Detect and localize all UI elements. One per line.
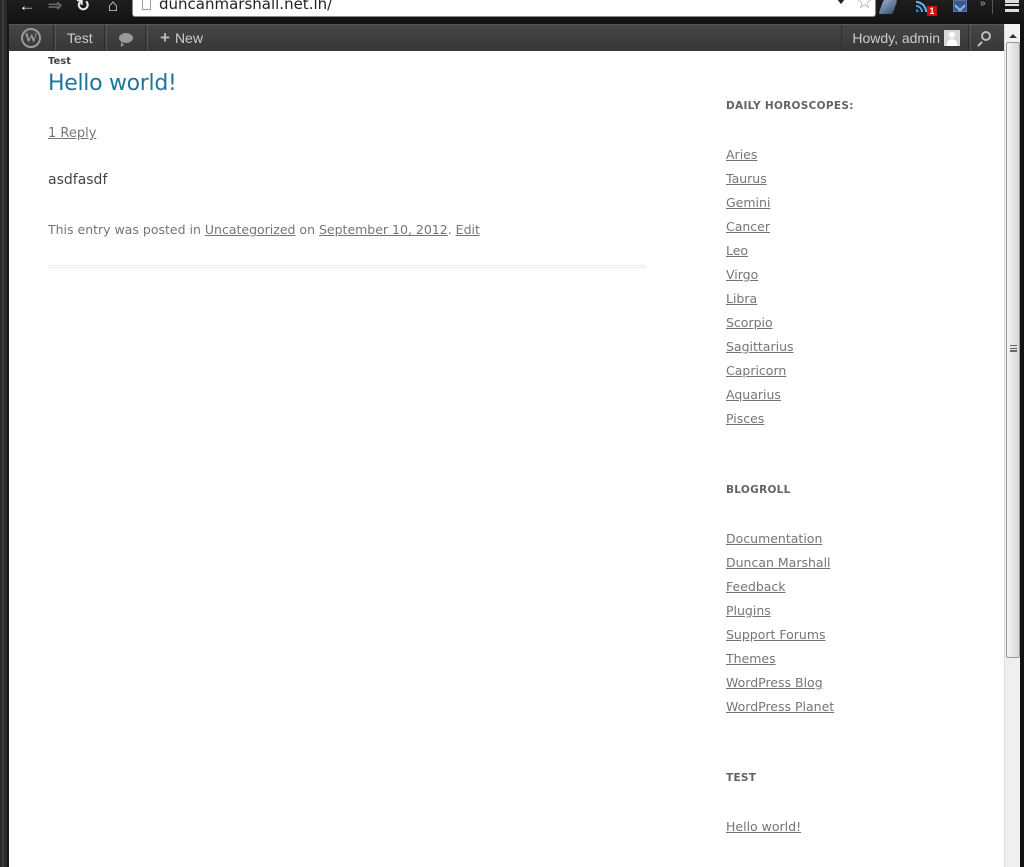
blogroll-link[interactable]: Duncan Marshall [726, 555, 831, 570]
admin-bar-search[interactable] [970, 25, 1004, 51]
new-label: New [174, 30, 203, 46]
howdy-label: Howdy, admin [852, 30, 940, 46]
horoscope-link[interactable]: Aries [726, 147, 757, 162]
blogroll-link[interactable]: WordPress Blog [726, 675, 823, 690]
forward-button[interactable]: ⇒ [44, 0, 66, 16]
avatar [944, 30, 960, 46]
horoscope-link[interactable]: Sagittarius [726, 339, 794, 354]
horoscope-link[interactable]: Leo [726, 243, 748, 258]
url-text[interactable]: duncanmarshall.net.lh/ [159, 0, 332, 12]
horoscope-link[interactable]: Libra [726, 291, 757, 306]
list-item: Scorpio [726, 311, 794, 335]
category-link[interactable]: Uncategorized [205, 222, 296, 237]
list-item: Plugins [726, 599, 834, 623]
window-frame [0, 0, 8, 867]
url-dropdown-icon[interactable] [837, 0, 845, 4]
test-list: Hello world! [726, 815, 801, 839]
list-item: Gemini [726, 191, 794, 215]
meta-on: on [295, 222, 319, 237]
blogroll-link[interactable]: Themes [726, 651, 776, 666]
horoscope-link[interactable]: Capricorn [726, 363, 786, 378]
list-item: Feedback [726, 575, 834, 599]
rss-badge: 1 [927, 6, 937, 16]
list-item: Virgo [726, 263, 794, 287]
horoscope-link[interactable]: Cancer [726, 219, 770, 234]
extension-rss-icon[interactable]: 1 [914, 0, 937, 16]
address-bar[interactable]: duncanmarshall.net.lh/ ☆ [132, 0, 876, 17]
plus-icon: + [160, 28, 170, 47]
browser-menu-icon[interactable] [1005, 0, 1019, 12]
list-item: Duncan Marshall [726, 551, 834, 575]
page-content: Test Hello world! 1 Reply asdfasdf This … [9, 51, 1004, 867]
list-item: Hello world! [726, 815, 801, 839]
list-item: Capricorn [726, 359, 794, 383]
horoscope-link[interactable]: Gemini [726, 195, 770, 210]
browser-toolbar: ← ⇒ ↻ ⌂ duncanmarshall.net.lh/ ☆ 1 » [8, 0, 1024, 24]
window-frame-right [1020, 24, 1024, 867]
site-name-link[interactable]: Test [55, 25, 105, 51]
list-item: Themes [726, 647, 834, 671]
post-title-link[interactable]: Hello world! [48, 71, 177, 96]
widget-title-blogroll: BLOGROLL [726, 484, 791, 496]
reload-button[interactable]: ↻ [72, 0, 94, 16]
widget-title-horoscopes: DAILY HOROSCOPES: [726, 100, 854, 112]
list-item: Support Forums [726, 623, 834, 647]
bookmark-star-icon[interactable]: ☆ [856, 0, 873, 12]
blogroll-list: Documentation Duncan Marshall Feedback Plug… [726, 527, 834, 719]
edit-link[interactable]: Edit [456, 222, 480, 237]
test-post-link[interactable]: Hello world! [726, 819, 801, 834]
reply-link[interactable]: 1 Reply [48, 126, 96, 141]
page-icon [142, 0, 151, 10]
list-item: Pisces [726, 407, 794, 431]
blogroll-link[interactable]: WordPress Planet [726, 699, 834, 714]
list-item: WordPress Planet [726, 695, 834, 719]
wordpress-logo-icon: W [21, 28, 41, 48]
extension-mail-icon[interactable] [953, 0, 967, 12]
extensions-overflow[interactable]: » [980, 0, 990, 14]
date-link[interactable]: September 10, 2012 [319, 222, 448, 237]
scrollbar-thumb[interactable] [1006, 42, 1020, 658]
extension-book-icon[interactable] [878, 0, 898, 14]
list-item: Taurus [726, 167, 794, 191]
list-item: WordPress Blog [726, 671, 834, 695]
my-account-menu[interactable]: Howdy, admin [841, 25, 969, 51]
list-item: Cancer [726, 215, 794, 239]
list-item: Documentation [726, 527, 834, 551]
widget-title-test: TEST [726, 772, 757, 784]
blogroll-link[interactable]: Plugins [726, 603, 771, 618]
wp-logo-menu[interactable]: W [9, 25, 54, 51]
list-item: Libra [726, 287, 794, 311]
horoscope-link[interactable]: Virgo [726, 267, 758, 282]
post-body: asdfasdf [48, 172, 108, 188]
toolbar-divider [992, 0, 993, 14]
blogroll-link[interactable]: Support Forums [726, 627, 826, 642]
horoscope-link[interactable]: Scorpio [726, 315, 773, 330]
post-category-heading: Test [48, 56, 72, 67]
entry-divider [48, 265, 646, 268]
vertical-scrollbar[interactable] [1004, 24, 1021, 867]
wp-admin-bar: W Test + New Howdy, admin [9, 24, 1004, 51]
meta-prefix: This entry was posted in [48, 222, 205, 237]
entry-meta: This entry was posted in Uncategorized o… [48, 222, 480, 237]
blogroll-link[interactable]: Feedback [726, 579, 786, 594]
search-icon [981, 31, 991, 41]
scroll-grip-icon [1010, 345, 1017, 352]
comment-bubble-icon [119, 33, 133, 47]
home-button[interactable]: ⌂ [102, 0, 124, 16]
horoscope-link[interactable]: Taurus [726, 171, 767, 186]
list-item: Aries [726, 143, 794, 167]
back-button[interactable]: ← [16, 0, 38, 16]
horoscope-link[interactable]: Aquarius [726, 387, 781, 402]
horoscopes-list: Aries Taurus Gemini Cancer Leo Virgo Libra Scor… [726, 143, 794, 431]
blogroll-link[interactable]: Documentation [726, 531, 822, 546]
list-item: Aquarius [726, 383, 794, 407]
horoscope-link[interactable]: Pisces [726, 411, 764, 426]
meta-period: . [447, 222, 456, 237]
comments-link[interactable] [106, 25, 146, 51]
new-content-menu[interactable]: + New [147, 25, 203, 51]
list-item: Leo [726, 239, 794, 263]
list-item: Sagittarius [726, 335, 794, 359]
